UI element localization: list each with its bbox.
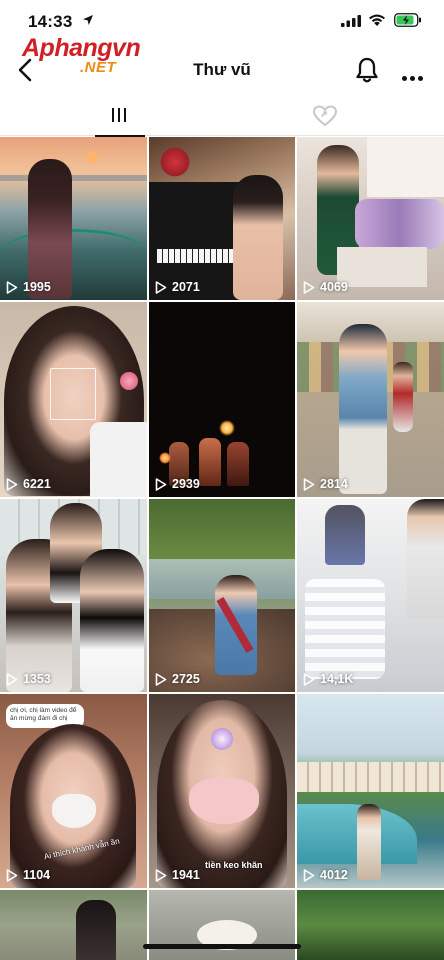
profile-tabs (0, 96, 444, 137)
view-count-text: 2071 (172, 280, 200, 294)
play-icon (6, 280, 18, 294)
view-count-text: 1995 (23, 280, 51, 294)
view-count: 2725 (155, 672, 200, 686)
profile-header: Aphangvn .NET Thư vũ (0, 34, 444, 96)
play-icon (303, 672, 315, 686)
logo-main-text: Aphangvn (22, 34, 141, 62)
watermark-logo: Aphangvn .NET (22, 34, 141, 76)
location-arrow-icon (83, 15, 93, 25)
view-count: 1941 (155, 868, 200, 882)
view-count-text: 14,1K (320, 672, 354, 686)
view-count-text: 4012 (320, 868, 348, 882)
video-tile[interactable] (297, 890, 444, 960)
view-count: 6221 (6, 477, 51, 491)
view-count: 2071 (155, 280, 200, 294)
video-tile[interactable]: tiền keo khăn 1941 (149, 694, 295, 888)
play-icon (6, 672, 18, 686)
liked-heart-icon[interactable] (312, 104, 338, 128)
video-tile[interactable]: 4069 (297, 137, 444, 300)
home-indicator[interactable] (143, 944, 301, 949)
status-time: 14:33 (28, 12, 73, 31)
bell-icon[interactable] (354, 56, 380, 84)
video-tile[interactable]: chị ơi, chị làm video để ăn mừng đám đi … (0, 694, 147, 888)
more-options-icon[interactable] (402, 68, 426, 86)
view-count: 4012 (303, 868, 348, 882)
video-tile[interactable]: 1995 (0, 137, 147, 300)
play-icon (155, 868, 167, 882)
cellular-signal-icon (341, 15, 361, 27)
view-count: 4069 (303, 280, 348, 294)
video-tile[interactable]: 6221 (0, 302, 147, 497)
view-count: 2814 (303, 477, 348, 491)
view-count-text: 2939 (172, 477, 200, 491)
view-count-text: 1941 (172, 868, 200, 882)
play-icon (303, 868, 315, 882)
play-icon (155, 672, 167, 686)
video-tile[interactable] (0, 890, 147, 960)
view-count: 1995 (6, 280, 51, 294)
video-tile[interactable]: 2939 (149, 302, 295, 497)
video-tile[interactable]: 1353 (0, 499, 147, 692)
view-count-text: 2725 (172, 672, 200, 686)
video-caption-overlay: tiền keo khăn (205, 860, 263, 870)
play-icon (6, 477, 18, 491)
play-icon (6, 868, 18, 882)
video-tile[interactable]: 2814 (297, 302, 444, 497)
video-tile[interactable]: 2725 (149, 499, 295, 692)
view-count-text: 1104 (23, 868, 51, 882)
play-icon (155, 280, 167, 294)
view-count-text: 6221 (23, 477, 51, 491)
video-grid-icon (112, 108, 130, 127)
battery-charging-icon (394, 13, 421, 27)
view-count: 1353 (6, 672, 51, 686)
view-count: 2939 (155, 477, 200, 491)
video-tile[interactable]: 14,1K (297, 499, 444, 692)
view-count: 1104 (6, 868, 50, 882)
video-tile[interactable]: 4012 (297, 694, 444, 888)
view-count-text: 2814 (320, 477, 348, 491)
play-icon (303, 280, 315, 294)
view-count: 14,1K (303, 672, 353, 686)
play-icon (303, 477, 315, 491)
wifi-icon (369, 14, 385, 26)
view-count-text: 1353 (23, 672, 51, 686)
play-icon (155, 477, 167, 491)
view-count-text: 4069 (320, 280, 348, 294)
video-tile[interactable]: 2071 (149, 137, 295, 300)
video-tile[interactable] (149, 890, 295, 960)
tab-videos[interactable] (95, 96, 145, 137)
